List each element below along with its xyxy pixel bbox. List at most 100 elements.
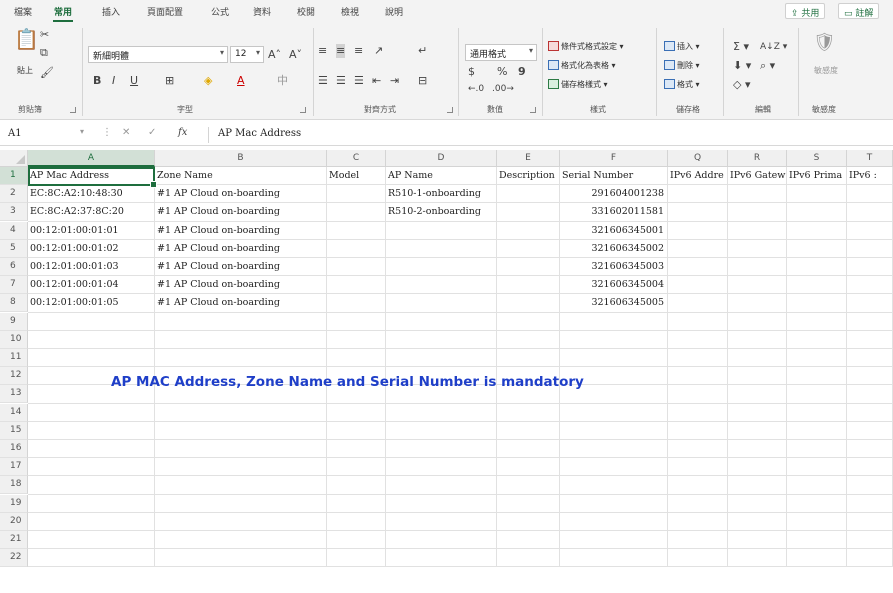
- header-cell[interactable]: Model: [327, 167, 386, 185]
- paste-label[interactable]: 貼上: [17, 64, 33, 78]
- header-cell[interactable]: AP Name: [386, 167, 497, 185]
- font-color-icon[interactable]: A: [237, 74, 245, 88]
- row-header[interactable]: 8: [0, 294, 28, 313]
- italic-icon[interactable]: I: [112, 74, 115, 88]
- tab-page-layout[interactable]: 頁面配置: [147, 5, 183, 18]
- font-size-select[interactable]: 12 ▾: [230, 46, 264, 63]
- align-left-icon[interactable]: ☰: [318, 74, 328, 88]
- serial-number-cell[interactable]: 321606345001: [560, 222, 668, 240]
- row-header[interactable]: 14: [0, 403, 28, 422]
- mac-address-cell[interactable]: 00:12:01:00:01:01: [28, 222, 155, 240]
- formula-input[interactable]: AP Mac Address: [218, 128, 301, 139]
- header-cell[interactable]: Description: [497, 167, 560, 185]
- zone-name-cell[interactable]: #1 AP Cloud on-boarding: [155, 203, 327, 221]
- select-all-button[interactable]: [0, 150, 28, 167]
- row-header[interactable]: 16: [0, 440, 28, 458]
- align-center-icon[interactable]: ☰: [336, 74, 346, 88]
- serial-number-cell[interactable]: 321606345002: [560, 240, 668, 258]
- fill-color-icon[interactable]: ◈: [204, 74, 212, 88]
- currency-icon[interactable]: $: [468, 65, 475, 79]
- bold-icon[interactable]: B: [93, 74, 101, 88]
- worksheet-grid[interactable]: ABCDEFQRST 1 2 3 4 5 6 7 8 9 10 11 12 13 14 15 16 17 18 19…: [0, 150, 893, 570]
- row-header[interactable]: 10: [0, 330, 28, 349]
- percent-icon[interactable]: %: [497, 65, 507, 79]
- format-painter-icon[interactable]: 🖌: [40, 66, 54, 80]
- ap-name-cell[interactable]: [386, 258, 497, 276]
- row-header[interactable]: 7: [0, 276, 28, 295]
- row-header[interactable]: 20: [0, 512, 28, 531]
- zone-name-cell[interactable]: #1 AP Cloud on-boarding: [155, 185, 327, 203]
- row-header[interactable]: 21: [0, 531, 28, 549]
- autosum-icon[interactable]: Σ ▾: [733, 40, 749, 54]
- share-button[interactable]: ⇪ 共用: [785, 3, 826, 19]
- mac-address-cell[interactable]: 00:12:01:00:01:04: [28, 276, 155, 294]
- row-header[interactable]: 15: [0, 421, 28, 440]
- column-header-f[interactable]: F: [560, 150, 668, 167]
- column-header-b[interactable]: B: [155, 150, 327, 167]
- column-header-d[interactable]: D: [386, 150, 497, 167]
- zone-name-cell[interactable]: #1 AP Cloud on-boarding: [155, 258, 327, 276]
- row-header[interactable]: 1: [0, 167, 28, 185]
- underline-icon[interactable]: U: [130, 74, 138, 88]
- ap-name-cell[interactable]: R510-1-onboarding: [386, 185, 497, 203]
- paste-icon[interactable]: 📋: [14, 28, 39, 50]
- ap-name-cell[interactable]: [386, 240, 497, 258]
- row-header[interactable]: 18: [0, 476, 28, 495]
- format-as-table-button[interactable]: 格式化為表格 ▾: [548, 59, 616, 73]
- zone-name-cell[interactable]: #1 AP Cloud on-boarding: [155, 276, 327, 294]
- row-header[interactable]: 19: [0, 494, 28, 513]
- header-cell[interactable]: IPv6 :: [847, 167, 893, 185]
- decrease-decimal-icon[interactable]: .00→: [492, 82, 514, 96]
- cancel-icon[interactable]: ✕: [122, 127, 130, 138]
- clipboard-launcher-icon[interactable]: [70, 107, 76, 113]
- tab-view[interactable]: 檢視: [341, 5, 359, 18]
- header-cell[interactable]: IPv6 Gatew: [728, 167, 787, 185]
- ap-name-cell[interactable]: [386, 294, 497, 312]
- shrink-font-icon[interactable]: A˅: [289, 48, 302, 62]
- serial-number-cell[interactable]: 331602011581: [560, 203, 668, 221]
- tab-help[interactable]: 說明: [385, 5, 403, 18]
- mac-address-cell[interactable]: EC:8C:A2:37:8C:20: [28, 203, 155, 221]
- column-header-r[interactable]: R: [728, 150, 787, 167]
- clear-icon[interactable]: ◇ ▾: [733, 78, 750, 92]
- borders-icon[interactable]: ⊞: [165, 74, 174, 88]
- ap-name-cell[interactable]: R510-2-onboarding: [386, 203, 497, 221]
- align-bottom-icon[interactable]: ≡: [354, 44, 363, 58]
- row-header[interactable]: 3: [0, 203, 28, 222]
- mac-address-cell[interactable]: 00:12:01:00:01:03: [28, 258, 155, 276]
- ap-name-cell[interactable]: [386, 276, 497, 294]
- format-cells-button[interactable]: 格式 ▾: [664, 78, 700, 92]
- row-header[interactable]: 2: [0, 185, 28, 204]
- sensitivity-icon[interactable]: 🛡: [813, 34, 836, 52]
- fill-icon[interactable]: ⬇ ▾: [733, 59, 751, 73]
- row-header[interactable]: 9: [0, 312, 28, 331]
- delete-cells-button[interactable]: 刪除 ▾: [664, 59, 700, 73]
- row-header[interactable]: 13: [0, 385, 28, 404]
- align-right-icon[interactable]: ☰: [354, 74, 364, 88]
- comma-style-icon[interactable]: 9: [518, 65, 526, 79]
- font-name-select[interactable]: 新細明體 ▾: [88, 46, 228, 63]
- phonetic-icon[interactable]: 中: [277, 74, 288, 88]
- header-cell[interactable]: Serial Number: [560, 167, 668, 185]
- row-header[interactable]: 5: [0, 239, 28, 258]
- header-cell[interactable]: IPv6 Prima: [787, 167, 847, 185]
- column-header-t[interactable]: T: [847, 150, 893, 167]
- wrap-text-icon[interactable]: ↵: [418, 44, 427, 58]
- comments-button[interactable]: ▭ 註解: [838, 3, 880, 19]
- tab-formulas[interactable]: 公式: [211, 5, 229, 18]
- header-cell[interactable]: Zone Name: [155, 167, 327, 185]
- mac-address-cell[interactable]: 00:12:01:00:01:05: [28, 294, 155, 312]
- cut-icon[interactable]: ✂: [40, 28, 49, 42]
- serial-number-cell[interactable]: 321606345005: [560, 294, 668, 312]
- column-header-s[interactable]: S: [787, 150, 847, 167]
- zone-name-cell[interactable]: #1 AP Cloud on-boarding: [155, 240, 327, 258]
- column-header-a[interactable]: A: [28, 150, 155, 167]
- increase-indent-icon[interactable]: ⇥: [390, 74, 399, 88]
- column-header-e[interactable]: E: [497, 150, 560, 167]
- serial-number-cell[interactable]: 321606345004: [560, 276, 668, 294]
- tab-review[interactable]: 校閱: [297, 5, 315, 18]
- insert-cells-button[interactable]: 插入 ▾: [664, 40, 700, 54]
- sort-filter-icon[interactable]: A↓Z ▾: [760, 40, 787, 54]
- row-header[interactable]: 22: [0, 549, 28, 568]
- number-launcher-icon[interactable]: [530, 107, 536, 113]
